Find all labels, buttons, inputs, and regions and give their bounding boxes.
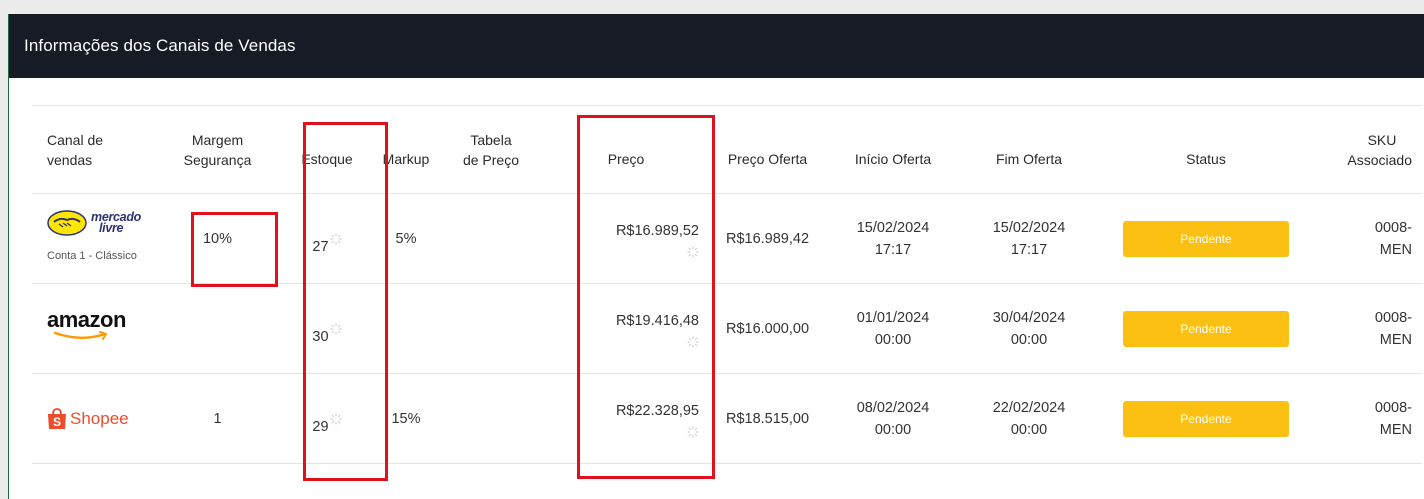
table-row: S Shopee 1 29 15% R$22.328,95 R$18.515,0… <box>32 373 1422 464</box>
markup-cell: 5% <box>371 193 441 284</box>
loading-icon <box>330 233 342 245</box>
markup-cell: 15% <box>371 373 441 464</box>
panel-title: Informações dos Canais de Vendas <box>24 36 296 55</box>
sku-cell: 0008- MEN <box>1316 193 1422 284</box>
inicio-oferta-cell: 08/02/2024 00:00 <box>824 373 962 464</box>
fim-oferta-cell: 15/02/2024 17:17 <box>962 193 1096 284</box>
col-header-sku: SKU Associado <box>1316 105 1422 194</box>
preco-cell: R$22.328,95 <box>541 373 711 464</box>
preco-oferta-cell: R$18.515,00 <box>711 373 824 464</box>
panel-header: Informações dos Canais de Vendas <box>9 14 1424 78</box>
table-row: amazon 30 R$19.416,48 R$16.000,00 01/01/… <box>32 283 1422 374</box>
col-header-canal: Canal de vendas <box>32 105 152 194</box>
col-header-margem: Margem Segurança <box>152 105 283 194</box>
inicio-oferta-cell: 01/01/2024 00:00 <box>824 283 962 374</box>
fim-oferta-cell: 22/02/2024 00:00 <box>962 373 1096 464</box>
col-header-status: Status <box>1096 105 1316 194</box>
handshake-icon <box>47 210 87 236</box>
preco-cell: R$16.989,52 <box>541 193 711 284</box>
channel-cell: S Shopee <box>32 373 152 464</box>
table-header-row: Canal de vendas Margem Segurança Estoque M… <box>32 105 1422 194</box>
col-header-preco-oferta: Preço Oferta <box>711 105 824 194</box>
loading-icon <box>687 336 699 347</box>
estoque-cell: 27 <box>283 193 371 284</box>
col-header-markup: Markup <box>371 105 441 194</box>
status-cell: Pendente <box>1096 283 1316 374</box>
preco-oferta-cell: R$16.000,00 <box>711 283 824 374</box>
channel-cell: amazon <box>32 283 152 374</box>
channel-account-note: Conta 1 - Clássico <box>47 250 137 262</box>
amazon-logo: amazon <box>47 308 126 340</box>
inicio-oferta-cell: 15/02/2024 17:17 <box>824 193 962 284</box>
sales-channels-table: Canal de vendas Margem Segurança Estoque M… <box>32 105 1422 464</box>
amazon-smile-icon <box>53 330 108 340</box>
tabela-cell <box>441 373 541 464</box>
estoque-cell: 29 <box>283 373 371 464</box>
shopee-logo: S Shopee <box>47 407 129 430</box>
preco-cell: R$19.416,48 <box>541 283 711 374</box>
col-header-preco: Preço <box>541 105 711 194</box>
sku-cell: 0008- MEN <box>1316 283 1422 374</box>
preco-oferta-cell: R$16.989,42 <box>711 193 824 284</box>
table-row: mercado livre Conta 1 - Clássico 10% 27 … <box>32 193 1422 284</box>
col-header-inicio-oferta: Início Oferta <box>824 105 962 194</box>
loading-icon <box>330 413 342 425</box>
svg-text:S: S <box>53 415 61 429</box>
loading-icon <box>687 246 699 257</box>
status-cell: Pendente <box>1096 373 1316 464</box>
status-badge[interactable]: Pendente <box>1123 400 1289 437</box>
loading-icon <box>330 323 342 335</box>
col-header-tabela: Tabela de Preço <box>441 105 541 194</box>
status-badge[interactable]: Pendente <box>1123 220 1289 257</box>
col-header-estoque: Estoque <box>283 105 371 194</box>
mercado-livre-logo: mercado livre <box>47 210 141 236</box>
markup-cell <box>371 283 441 374</box>
fim-oferta-cell: 30/04/2024 00:00 <box>962 283 1096 374</box>
tabela-cell <box>441 193 541 284</box>
margem-cell <box>152 283 283 374</box>
margem-cell: 1 <box>152 373 283 464</box>
shopee-bag-icon: S <box>48 407 66 429</box>
loading-icon <box>687 426 699 437</box>
margem-cell: 10% <box>152 193 283 284</box>
channel-cell: mercado livre Conta 1 - Clássico <box>32 193 152 284</box>
col-header-fim-oferta: Fim Oferta <box>962 105 1096 194</box>
tabela-cell <box>441 283 541 374</box>
status-badge[interactable]: Pendente <box>1123 310 1289 347</box>
status-cell: Pendente <box>1096 193 1316 284</box>
estoque-cell: 30 <box>283 283 371 374</box>
sku-cell: 0008- MEN <box>1316 373 1422 464</box>
